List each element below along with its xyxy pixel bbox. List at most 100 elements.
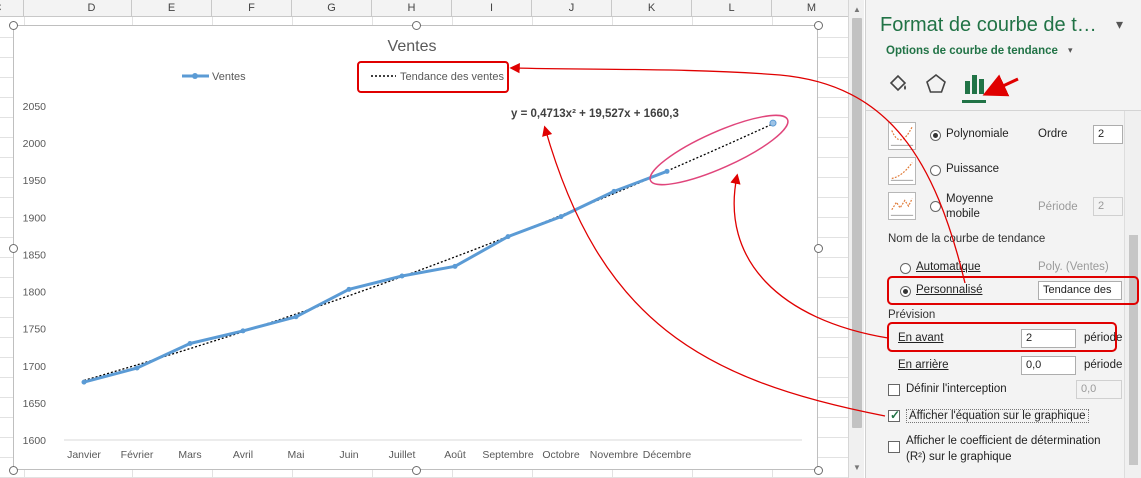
scroll-up-icon[interactable]: ▲ (849, 2, 865, 18)
pane-options-caret-icon[interactable]: ▾ (1116, 16, 1123, 33)
x-tick-label: Avril (233, 449, 253, 461)
resize-handle[interactable] (9, 21, 18, 30)
resize-handle[interactable] (412, 21, 421, 30)
data-point-ventes (187, 341, 193, 347)
pane-subtitle[interactable]: Options de courbe de tendance (886, 45, 1058, 57)
show-r2-label-1: Afficher le coefficient de détermination (906, 435, 1101, 447)
resize-handle[interactable] (9, 244, 18, 253)
bar-chart-options-icon[interactable] (962, 72, 986, 96)
order-input[interactable]: 2 (1093, 125, 1123, 144)
x-tick-label: Mai (288, 449, 305, 461)
data-point-ventes (664, 168, 670, 174)
custom-name-input[interactable]: Tendance des (1038, 281, 1122, 300)
column-header-j[interactable]: J (532, 0, 612, 17)
automatic-name-value: Poly. (Ventes) (1038, 261, 1109, 273)
data-point-ventes (346, 286, 352, 292)
scroll-down-icon[interactable]: ▼ (849, 460, 865, 476)
backward-label: En arrière (898, 359, 949, 371)
column-header-h[interactable]: H (372, 0, 452, 17)
pane-divider (866, 110, 1141, 111)
x-tick-label: Novembre (590, 449, 639, 461)
power-thumbnail-icon (888, 157, 916, 185)
x-tick-label: Mars (178, 449, 201, 461)
data-point-ventes (81, 379, 87, 385)
column-header-e[interactable]: E (132, 0, 212, 17)
y-tick-label: 1600 (23, 435, 47, 447)
moving-average-label-1: Moyenne (946, 193, 994, 205)
backward-unit: période (1084, 359, 1123, 371)
pane-title: Format de courbe de t… (880, 14, 1097, 36)
polynomial-label: Polynomiale (946, 128, 1009, 140)
column-header-l[interactable]: L (692, 0, 772, 17)
resize-handle[interactable] (9, 466, 18, 475)
x-tick-label: Janvier (67, 449, 101, 461)
column-header-k[interactable]: K (612, 0, 692, 17)
polynomial-radio[interactable] (930, 130, 941, 141)
column-header-m[interactable]: M (772, 0, 848, 17)
column-header-c[interactable]: C (0, 0, 24, 17)
data-point-ventes (240, 328, 246, 334)
period-input[interactable]: 2 (1093, 197, 1123, 216)
data-point-ventes (399, 273, 405, 279)
resize-handle[interactable] (412, 466, 421, 475)
data-point-ventes (134, 365, 140, 371)
y-tick-label: 1800 (23, 287, 47, 299)
data-point-ventes (293, 314, 299, 320)
y-tick-label: 1850 (23, 249, 47, 261)
sheet-vertical-scrollbar[interactable]: ▲ ▼ (848, 0, 864, 478)
power-radio[interactable] (930, 165, 941, 176)
intercept-input[interactable]: 0,0 (1076, 380, 1122, 399)
moving-average-radio[interactable] (930, 201, 941, 212)
resize-handle[interactable] (814, 466, 823, 475)
x-tick-label: Juin (339, 449, 358, 461)
x-tick-label: Octobre (542, 449, 580, 461)
trendline-equation-label: y = 0,4713x² + 19,527x + 1660,3 (511, 108, 679, 120)
polynomial-thumbnail-icon (888, 122, 916, 150)
resize-handle[interactable] (814, 244, 823, 253)
y-tick-label: 1750 (23, 324, 47, 336)
y-tick-label: 2000 (23, 138, 47, 150)
legend-marker-ventes (192, 73, 198, 79)
forward-input[interactable]: 2 (1021, 329, 1076, 348)
resize-handle[interactable] (814, 21, 823, 30)
forward-unit: période (1084, 332, 1123, 344)
x-tick-label: Juillet (389, 449, 416, 461)
x-tick-label: Décembre (643, 449, 692, 461)
trendline (83, 123, 774, 382)
moving-average-label-2: mobile (946, 208, 980, 220)
spreadsheet-area[interactable]: C DEFGHIJKLM Ventes Ventes Tendance des ven… (0, 0, 848, 478)
period-label: Période (1038, 201, 1078, 213)
show-equation-checkbox[interactable] (888, 408, 900, 422)
show-r2-checkbox[interactable] (888, 441, 900, 453)
backward-input[interactable]: 0,0 (1021, 356, 1076, 375)
forecast-point-marker (769, 119, 777, 127)
line-chart[interactable]: Ventes Ventes Tendance des ventes 1600 1650 1… (14, 26, 819, 471)
y-tick-label: 2050 (23, 101, 47, 113)
pentagon-effects-icon[interactable] (924, 72, 948, 96)
scroll-thumb[interactable] (852, 18, 862, 428)
fill-bucket-icon[interactable] (886, 72, 910, 96)
data-point-ventes (505, 234, 511, 240)
automatic-label: Automatique (916, 261, 981, 273)
intercept-checkbox[interactable] (888, 384, 900, 396)
data-point-ventes (611, 188, 617, 194)
column-header-f[interactable]: F (212, 0, 292, 17)
forward-label: En avant (898, 332, 944, 344)
custom-radio[interactable] (900, 286, 911, 297)
y-tick-label: 1700 (23, 361, 47, 373)
automatic-radio[interactable] (900, 263, 911, 274)
series-line-ventes (83, 169, 668, 384)
chart-object[interactable]: Ventes Ventes Tendance des ventes 1600 1650 1… (9, 21, 823, 475)
column-header-i[interactable]: I (452, 0, 532, 17)
power-label: Puissance (946, 163, 1000, 175)
active-tab-indicator (962, 100, 986, 103)
column-header-g[interactable]: G (292, 0, 372, 17)
column-header-d[interactable]: D (52, 0, 132, 17)
x-tick-label: Août (444, 449, 466, 461)
data-point-ventes (558, 214, 564, 220)
pane-scroll-thumb[interactable] (1129, 235, 1138, 465)
chevron-down-icon[interactable]: ▾ (1068, 45, 1073, 56)
pane-scrollbar[interactable] (1124, 111, 1141, 478)
column-headers: C DEFGHIJKLM (0, 0, 848, 17)
chart-title: Ventes (388, 38, 437, 55)
